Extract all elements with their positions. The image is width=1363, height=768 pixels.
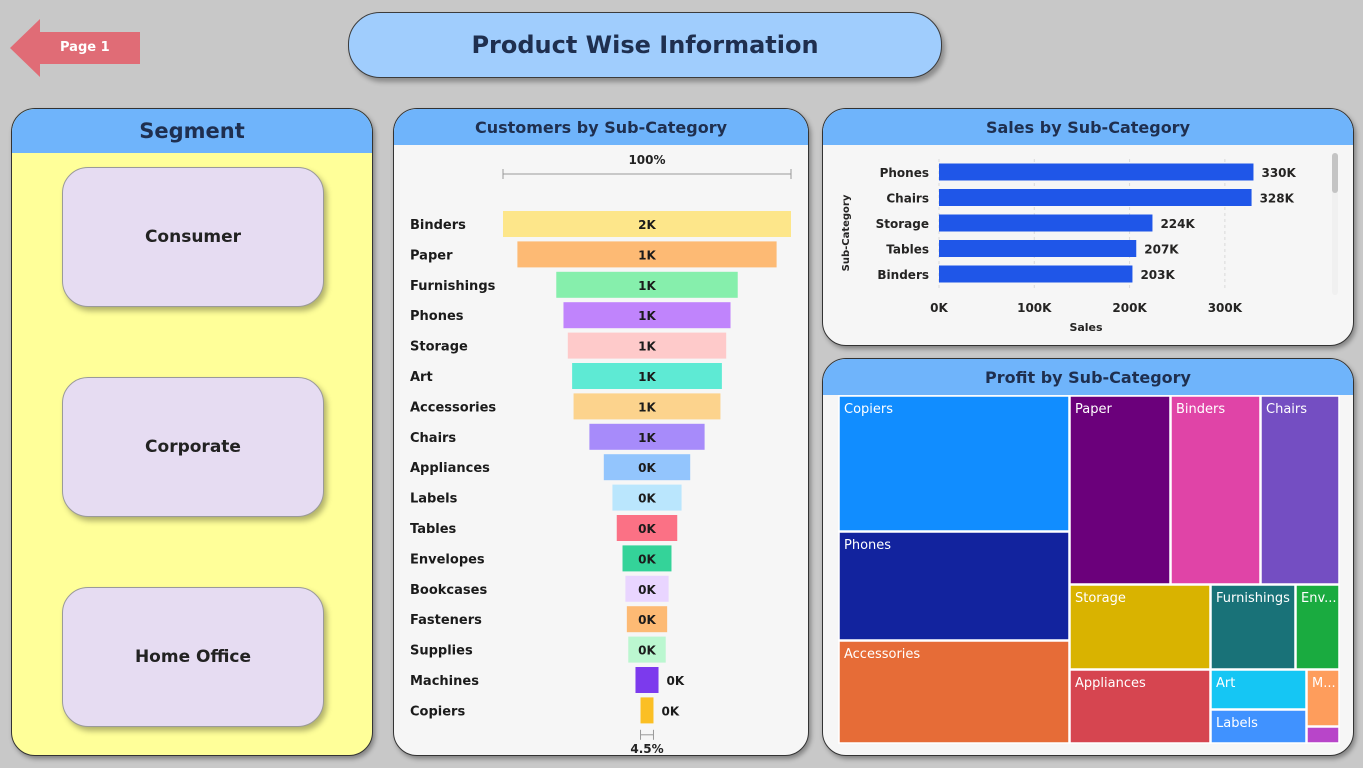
sales-category-label: Chairs — [886, 192, 929, 206]
sales-panel: Sales by Sub-Category 0K 100K 200K 300K Phon… — [822, 108, 1354, 346]
sales-bar-chart[interactable]: 0K 100K 200K 300K Phones 330K Chairs 328K Storag… — [823, 145, 1353, 345]
funnel-value-label: 0K — [638, 613, 656, 627]
sales-xtick-label: 300K — [1208, 301, 1243, 315]
sales-value-label: 328K — [1260, 192, 1295, 206]
treemap-label-storage: Storage — [1075, 591, 1126, 606]
back-button-label: Page 1 — [60, 40, 110, 55]
segment-home-office-button[interactable]: Home Office — [62, 587, 324, 727]
treemap-label-accessories: Accessories — [844, 647, 920, 662]
customers-funnel-chart[interactable]: 100% Binders 2K Paper 1K Furnishings 1K Phones 1… — [394, 145, 808, 755]
customers-panel: Customers by Sub-Category 100% Binders 2K P… — [393, 108, 809, 756]
funnel-category-label: Bookcases — [410, 583, 487, 598]
profit-panel: Profit by Sub-Category Copiers Phones Acce… — [822, 358, 1354, 756]
sales-value-label: 207K — [1144, 243, 1179, 257]
treemap-label-art: Art — [1216, 676, 1235, 691]
profit-chart-title: Profit by Sub-Category — [823, 359, 1353, 395]
funnel-value-label: 1K — [638, 309, 656, 323]
funnel-category-label: Art — [410, 370, 433, 385]
funnel-value-label: 1K — [638, 431, 656, 445]
funnel-value-label: 1K — [638, 400, 656, 414]
funnel-value-label: 2K — [638, 218, 656, 232]
funnel-category-label: Copiers — [410, 704, 465, 719]
treemap-label-copiers: Copiers — [844, 402, 893, 417]
segment-slicer: Segment Consumer Corporate Home Office — [11, 108, 373, 756]
segment-consumer-button[interactable]: Consumer — [62, 167, 324, 307]
funnel-value-label: 0K — [638, 461, 656, 475]
funnel-value-label: 0K — [638, 583, 656, 597]
funnel-category-label: Paper — [410, 248, 453, 263]
sales-bar-storage — [939, 214, 1153, 232]
funnel-value-label: 0K — [638, 552, 656, 566]
sales-xaxis-title: Sales — [1069, 321, 1103, 334]
sales-xtick-label: 200K — [1112, 301, 1147, 315]
profit-treemap[interactable]: Copiers Phones Accessories Paper Binders Chai… — [823, 395, 1353, 755]
funnel-value-label: 1K — [638, 340, 656, 354]
funnel-category-label: Phones — [410, 309, 464, 324]
funnel-value-label: 0K — [638, 492, 656, 506]
treemap-label-machines: M... — [1312, 676, 1336, 691]
funnel-category-label: Machines — [410, 674, 479, 689]
funnel-category-label: Labels — [410, 492, 458, 507]
treemap-tile-binders — [1170, 395, 1261, 585]
funnel-value-label: 0K — [638, 644, 656, 658]
funnel-category-label: Storage — [410, 340, 468, 355]
segment-title: Segment — [12, 109, 372, 153]
funnel-bar-copiers — [640, 697, 654, 724]
page-title: Product Wise Information — [471, 31, 819, 59]
funnel-category-label: Appliances — [410, 461, 490, 476]
sales-xtick-label: 0K — [930, 301, 948, 315]
treemap-label-chairs: Chairs — [1266, 402, 1307, 417]
funnel-category-label: Furnishings — [410, 279, 496, 294]
funnel-category-label: Binders — [410, 218, 466, 233]
treemap-label-appliances: Appliances — [1075, 676, 1146, 691]
funnel-value-label: 1K — [638, 248, 656, 262]
funnel-category-label: Chairs — [410, 431, 456, 446]
sales-bar-binders — [939, 265, 1133, 283]
segment-corporate-button[interactable]: Corporate — [62, 377, 324, 517]
sales-value-label: 330K — [1261, 166, 1296, 180]
customers-chart-title: Customers by Sub-Category — [394, 109, 808, 145]
sales-value-label: 203K — [1140, 268, 1175, 282]
treemap-tile-chairs — [1260, 395, 1340, 585]
sales-category-label: Phones — [880, 166, 929, 180]
funnel-category-label: Accessories — [410, 400, 496, 415]
funnel-value-label: 0K — [667, 674, 685, 688]
funnel-value-label: 1K — [638, 370, 656, 384]
treemap-label-furnishings: Furnishings — [1216, 591, 1290, 606]
funnel-category-label: Supplies — [410, 644, 473, 659]
treemap-label-binders: Binders — [1176, 402, 1225, 417]
sales-value-label: 224K — [1160, 217, 1195, 231]
funnel-category-label: Fasteners — [410, 613, 482, 628]
treemap-label-labels: Labels — [1216, 716, 1258, 731]
funnel-value-label: 1K — [638, 279, 656, 293]
sales-category-label: Binders — [877, 268, 929, 282]
funnel-bottom-pct: 4.5% — [630, 742, 663, 755]
treemap-label-envelopes: Env... — [1301, 591, 1337, 606]
funnel-category-label: Envelopes — [410, 552, 485, 567]
funnel-value-label: 0K — [638, 522, 656, 536]
funnel-bar-machines — [635, 667, 659, 693]
funnel-value-label: 0K — [661, 704, 679, 718]
sales-category-label: Storage — [876, 217, 929, 231]
sales-scrollbar-thumb[interactable] — [1332, 153, 1338, 193]
treemap-label-paper: Paper — [1075, 402, 1112, 417]
funnel-category-label: Tables — [410, 522, 457, 537]
sales-xtick-label: 100K — [1017, 301, 1052, 315]
sales-bar-chairs — [939, 189, 1252, 206]
treemap-label-phones: Phones — [844, 538, 891, 553]
sales-bar-tables — [939, 240, 1137, 257]
sales-chart-title: Sales by Sub-Category — [823, 109, 1353, 145]
page-title-box: Product Wise Information — [348, 12, 942, 78]
treemap-tile-other — [1306, 726, 1340, 744]
sales-yaxis-title: Sub-Category — [841, 194, 852, 271]
treemap-tile-paper — [1069, 395, 1171, 585]
back-button[interactable]: Page 1 — [10, 18, 142, 78]
funnel-top-pct: 100% — [628, 153, 665, 167]
sales-category-label: Tables — [886, 243, 929, 257]
sales-bar-phones — [939, 163, 1254, 181]
